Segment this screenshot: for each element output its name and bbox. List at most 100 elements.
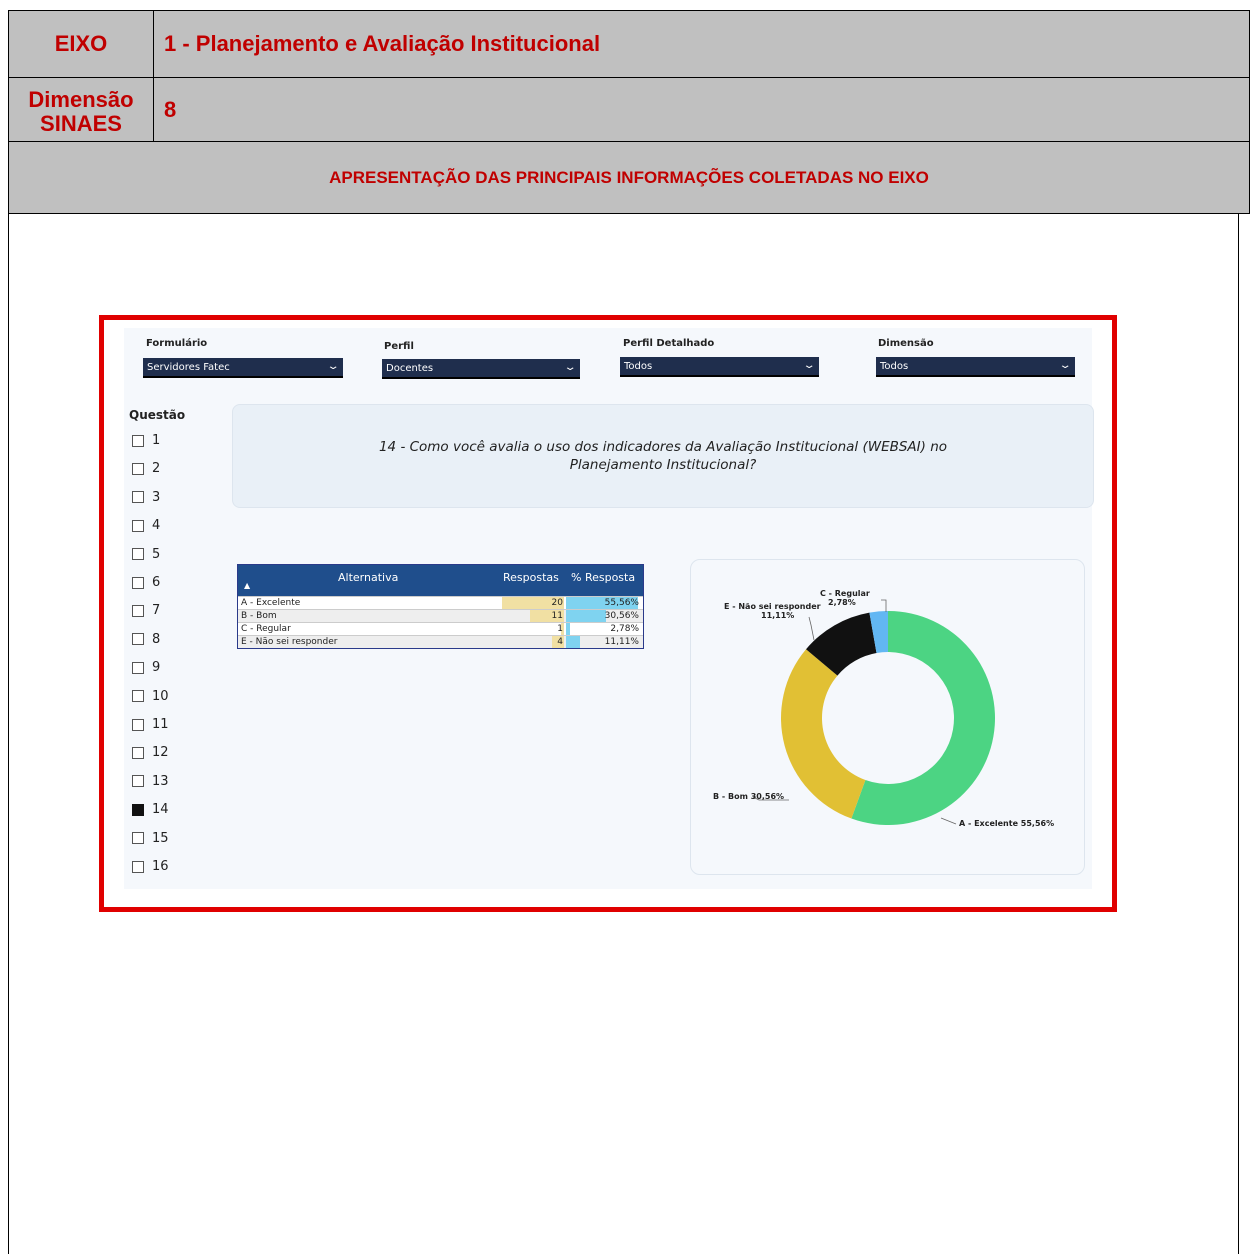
sort-up-icon[interactable]: ▲: [244, 581, 250, 590]
alternative-cell: C - Regular: [241, 624, 291, 634]
header-alternativa[interactable]: Alternativa: [338, 571, 398, 584]
question-option-9[interactable]: 9: [132, 660, 160, 675]
label-c-regular: C - Regular: [820, 589, 870, 598]
question-text: 14 - Como você avalia o uso dos indicado…: [378, 439, 948, 473]
checkbox-icon[interactable]: [132, 491, 144, 504]
filter-perfil-value: Docentes: [386, 362, 434, 374]
dimensao-label: Dimensão SINAES: [9, 78, 154, 141]
filter-dimensao-label: Dimensão: [878, 338, 934, 349]
responses-table: Alternativa ▲ Respostas % Resposta A - E…: [237, 564, 644, 649]
question-option-label: 15: [152, 830, 169, 846]
label-e-nao-sei: E - Não sei responder: [724, 602, 821, 611]
question-option-label: 14: [152, 802, 169, 818]
label-e-nao-sei-pct: 11,11%: [761, 611, 795, 620]
table-row: A - Excelente 20 55,56%: [238, 596, 643, 609]
question-option-5[interactable]: 5: [132, 547, 160, 562]
question-option-label: 16: [152, 859, 169, 874]
percent-cell: 30,56%: [604, 611, 639, 621]
percent-bar: [566, 610, 606, 622]
donut-slice-b[interactable]: [781, 649, 866, 819]
question-option-6[interactable]: 6: [132, 575, 160, 590]
checkbox-icon[interactable]: [132, 519, 144, 532]
question-option-2[interactable]: 2: [132, 461, 160, 476]
question-option-label: 5: [152, 546, 161, 562]
question-slicer-title: Questão: [129, 408, 186, 422]
checkbox-icon[interactable]: [132, 633, 144, 646]
question-option-label: 7: [152, 603, 161, 619]
checkbox-icon[interactable]: [132, 860, 144, 873]
question-option-16[interactable]: 16: [132, 859, 169, 874]
filter-perfil-select[interactable]: Docentes ⌄: [382, 359, 580, 379]
leader-line: [881, 599, 887, 612]
question-option-label: 1: [152, 433, 161, 448]
filter-form-select[interactable]: Servidores Fatec ⌄: [143, 358, 343, 378]
question-option-13[interactable]: 13: [132, 774, 169, 789]
label-a-excelente: A - Excelente 55,56%: [959, 819, 1055, 828]
section-title: APRESENTAÇÃO DAS PRINCIPAIS INFORMAÇÕES …: [329, 167, 929, 187]
checkbox-icon[interactable]: [132, 775, 144, 788]
table-row: C - Regular 1 2,78%: [238, 622, 643, 635]
chevron-down-icon: ⌄: [563, 362, 577, 373]
checkbox-icon[interactable]: [132, 690, 144, 703]
section-title-row: APRESENTAÇÃO DAS PRINCIPAIS INFORMAÇÕES …: [8, 141, 1250, 214]
question-option-10[interactable]: 10: [132, 689, 169, 704]
leader-line: [808, 616, 815, 641]
chevron-down-icon: ⌄: [1058, 360, 1072, 371]
chevron-down-icon: ⌄: [326, 361, 340, 372]
question-option-label: 12: [152, 745, 169, 761]
eixo-row: EIXO 1 - Planejamento e Avaliação Instit…: [8, 10, 1250, 78]
donut-chart-card: C - Regular 2,78% E - Não sei responder …: [690, 559, 1085, 875]
checkbox-icon[interactable]: [132, 803, 144, 816]
alternative-cell: B - Bom: [241, 611, 277, 621]
filter-perfil-detalhado-value: Todos: [624, 360, 653, 372]
question-option-label: 4: [152, 518, 161, 534]
filter-dimensao-value: Todos: [880, 360, 909, 372]
question-option-1[interactable]: 1: [132, 433, 160, 448]
question-option-7[interactable]: 7: [132, 603, 160, 618]
checkbox-icon[interactable]: [132, 832, 144, 845]
checkbox-icon[interactable]: [132, 434, 144, 447]
checkbox-icon[interactable]: [132, 718, 144, 731]
question-option-12[interactable]: 12: [132, 745, 169, 760]
checkbox-icon[interactable]: [132, 661, 144, 674]
header-respostas[interactable]: Respostas: [503, 571, 559, 584]
question-option-label: 9: [152, 660, 161, 676]
question-option-label: 3: [152, 489, 161, 505]
question-option-11[interactable]: 11: [132, 717, 169, 732]
table-row: E - Não sei responder 4 11,11%: [238, 635, 643, 648]
dimensao-label-line1: Dimensão: [28, 86, 134, 112]
dimensao-value: 8: [164, 96, 177, 122]
filter-perfil-detalhado-select[interactable]: Todos ⌄: [620, 357, 819, 377]
question-option-label: 8: [152, 631, 161, 647]
percent-bar: [566, 636, 581, 648]
alternative-cell: E - Não sei responder: [241, 637, 338, 647]
question-option-label: 2: [152, 461, 161, 477]
table-header: Alternativa ▲ Respostas % Resposta: [238, 565, 643, 596]
checkbox-icon[interactable]: [132, 576, 144, 589]
question-option-3[interactable]: 3: [132, 490, 160, 505]
header-pct-resposta[interactable]: % Resposta: [571, 571, 635, 584]
question-option-label: 10: [152, 688, 169, 704]
checkbox-icon[interactable]: [132, 604, 144, 617]
checkbox-icon[interactable]: [132, 548, 144, 561]
filter-form-label: Formulário: [146, 338, 208, 349]
percent-cell: 55,56%: [604, 598, 639, 608]
filter-dimensao-select[interactable]: Todos ⌄: [876, 357, 1075, 377]
responses-cell: 1: [557, 624, 563, 634]
checkbox-icon[interactable]: [132, 462, 144, 475]
question-option-8[interactable]: 8: [132, 632, 160, 647]
percent-bar: [566, 623, 570, 635]
question-option-label: 6: [152, 575, 161, 590]
percent-cell: 2,78%: [610, 624, 639, 634]
checkbox-icon[interactable]: [132, 746, 144, 759]
dashboard: Formulário Servidores Fatec ⌄ Perfil Doc…: [124, 328, 1094, 889]
filter-perfil-detalhado-label: Perfil Detalhado: [623, 338, 715, 349]
question-option-4[interactable]: 4: [132, 518, 160, 533]
responses-cell: 4: [557, 637, 563, 647]
dimensao-label-line2: SINAES: [40, 110, 122, 136]
question-option-15[interactable]: 15: [132, 831, 169, 846]
dimensao-row: Dimensão SINAES 8: [8, 77, 1250, 142]
question-card: 14 - Como você avalia o uso dos indicado…: [232, 404, 1094, 508]
responses-cell: 11: [551, 611, 563, 621]
question-option-14[interactable]: 14: [132, 802, 169, 817]
